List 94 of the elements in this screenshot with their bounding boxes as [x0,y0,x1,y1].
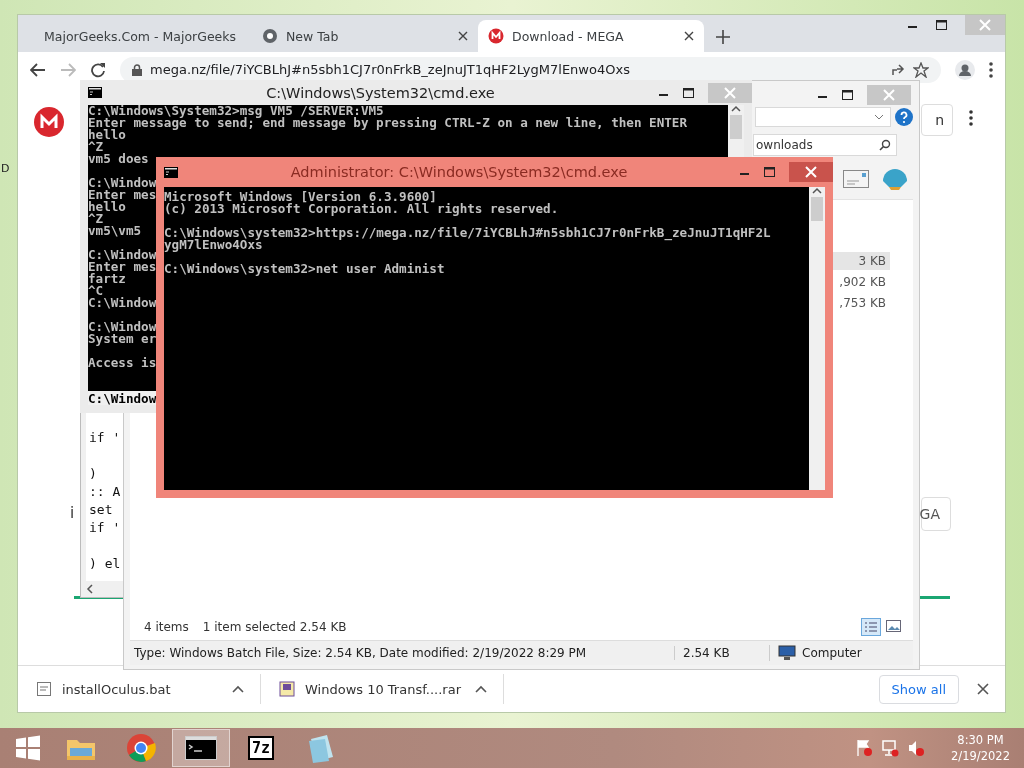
terminal-icon[interactable] [185,736,217,760]
scroll-thumb[interactable] [730,115,742,139]
console-line: ^Z [88,211,104,226]
header-button[interactable]: n [921,104,953,136]
network-icon[interactable] [881,739,900,757]
maximize-icon[interactable] [764,167,775,177]
chrome-icon[interactable] [126,733,156,763]
flag-icon[interactable] [855,739,874,757]
console-line: Enter mes [88,187,157,202]
caret-icon[interactable] [475,685,487,693]
code-line: if ' [89,430,121,445]
envelope-icon[interactable] [843,170,869,188]
taskbar-button[interactable] [172,729,230,767]
console-line: hello [88,127,126,142]
scroll-up-icon[interactable] [731,105,741,113]
console-line: ^C [88,283,104,298]
help-icon[interactable] [895,108,913,126]
archive-icon [279,681,295,697]
console-line: C:\Window [88,319,157,334]
console-line: C:\Windows\system32>https://mega.nz/file/7iYCBLhJ#n5sbh1CJ7r0nFrkB_zeJnuJT1qHF2L [164,225,771,240]
scroll-up-icon[interactable] [812,187,822,195]
console-line: fartz [88,271,126,286]
console-line: System er [88,331,157,346]
start-icon[interactable] [15,735,41,761]
globe-icon [262,28,278,44]
menu-icon[interactable] [989,62,993,78]
chevron-icon[interactable] [874,114,884,120]
show-all-button[interactable]: Show all [878,674,959,704]
console-line: C:\Window [88,295,157,310]
file-size[interactable]: 3 KB [830,251,890,270]
browser-tab[interactable]: New Tab [252,20,478,52]
selection-size: 2.54 KB [299,620,347,634]
address-bar[interactable]: mega.nz/file/7iYCBLhJ#n5sbh1CJ7r0nFrkB_zeJnuJT1qHF2LygM7lEnwo4Oxs [120,57,941,83]
code-line: :: A [89,484,121,499]
shell-icon[interactable] [881,167,909,191]
mega-logo-icon[interactable] [34,107,64,137]
selection-count: 1 item selected [202,620,296,634]
new-tab-icon[interactable] [716,30,730,44]
console-line: hello [88,199,126,214]
file-size[interactable]: ,902 KB [830,272,890,291]
code-line: if ' [89,520,121,535]
console-line: Access is [88,355,157,370]
scroll-left-icon[interactable] [86,584,94,594]
code-line: set [89,502,113,517]
console-line: C:\Window [88,247,157,262]
close-icon[interactable] [977,683,989,695]
console-line: C:\Windows\System32>msg VM5 /SERVER:VM5 [88,105,384,118]
console-line: C:\Window [88,175,157,190]
app-logo[interactable]: 7z [247,736,275,760]
maximize-icon[interactable] [842,90,853,100]
item-count: 4 items [144,620,189,634]
file-size[interactable]: ,753 KB [830,293,890,312]
terminal-icon [88,87,102,98]
console-line: vm5 does [88,151,149,166]
file-size: 2.54 KB [674,646,769,660]
window-title: C:\Windows\System32\cmd.exe [265,84,496,101]
caret-icon[interactable] [232,685,244,693]
scroll-thumb[interactable] [811,197,823,221]
desktop-label: D [1,162,10,175]
page-text: i [70,504,75,522]
download-item[interactable]: installOculus.bat [62,681,222,697]
muted-speaker-icon[interactable] [907,739,926,757]
search-field[interactable]: ownloads [753,134,897,156]
browser-tab[interactable]: Download - MEGA [478,20,704,52]
download-item[interactable]: Windows 10 Transf....rar [305,681,465,697]
close-button[interactable] [789,162,833,182]
mega-icon [488,28,504,44]
profile-icon[interactable] [955,60,975,80]
console-line: Enter mes [88,259,157,274]
code-line: ) [89,466,97,481]
maximize-icon[interactable] [936,20,947,30]
menu-icon[interactable] [969,110,973,126]
back-icon[interactable] [30,63,46,77]
computer-icon [778,645,796,661]
scrollbar[interactable] [809,187,825,490]
console-line: C:\Windows\system32>net user Administ [164,261,445,276]
console-line: Microsoft Windows [Version 6.3.9600] [164,189,437,204]
reload-icon[interactable] [90,62,106,78]
file-icon [36,681,52,697]
console-line: ^Z [88,139,104,154]
search-icon[interactable] [879,139,891,151]
file-details: Type: Windows Batch File, Size: 2.54 KB, Date modified: 2/19/2022 8:29 PM [133,646,588,660]
code-line: ) el [89,556,121,571]
window-title: Administrator: C:\Windows\System32\cmd.exe [289,164,629,180]
close-icon[interactable] [684,31,694,41]
console-line: vm5\vm5 [88,223,142,238]
maximize-icon[interactable] [683,87,694,98]
download-button[interactable]: GA [921,497,951,531]
browser-tab[interactable]: MajorGeeks.Com - MajorGeeks [26,20,252,52]
zone-label: Computer [802,646,862,660]
terminal-icon [164,166,178,178]
close-icon[interactable] [458,31,468,41]
taskbar-button[interactable]: 7z [232,729,290,767]
large-icons-view-icon[interactable] [885,618,903,634]
